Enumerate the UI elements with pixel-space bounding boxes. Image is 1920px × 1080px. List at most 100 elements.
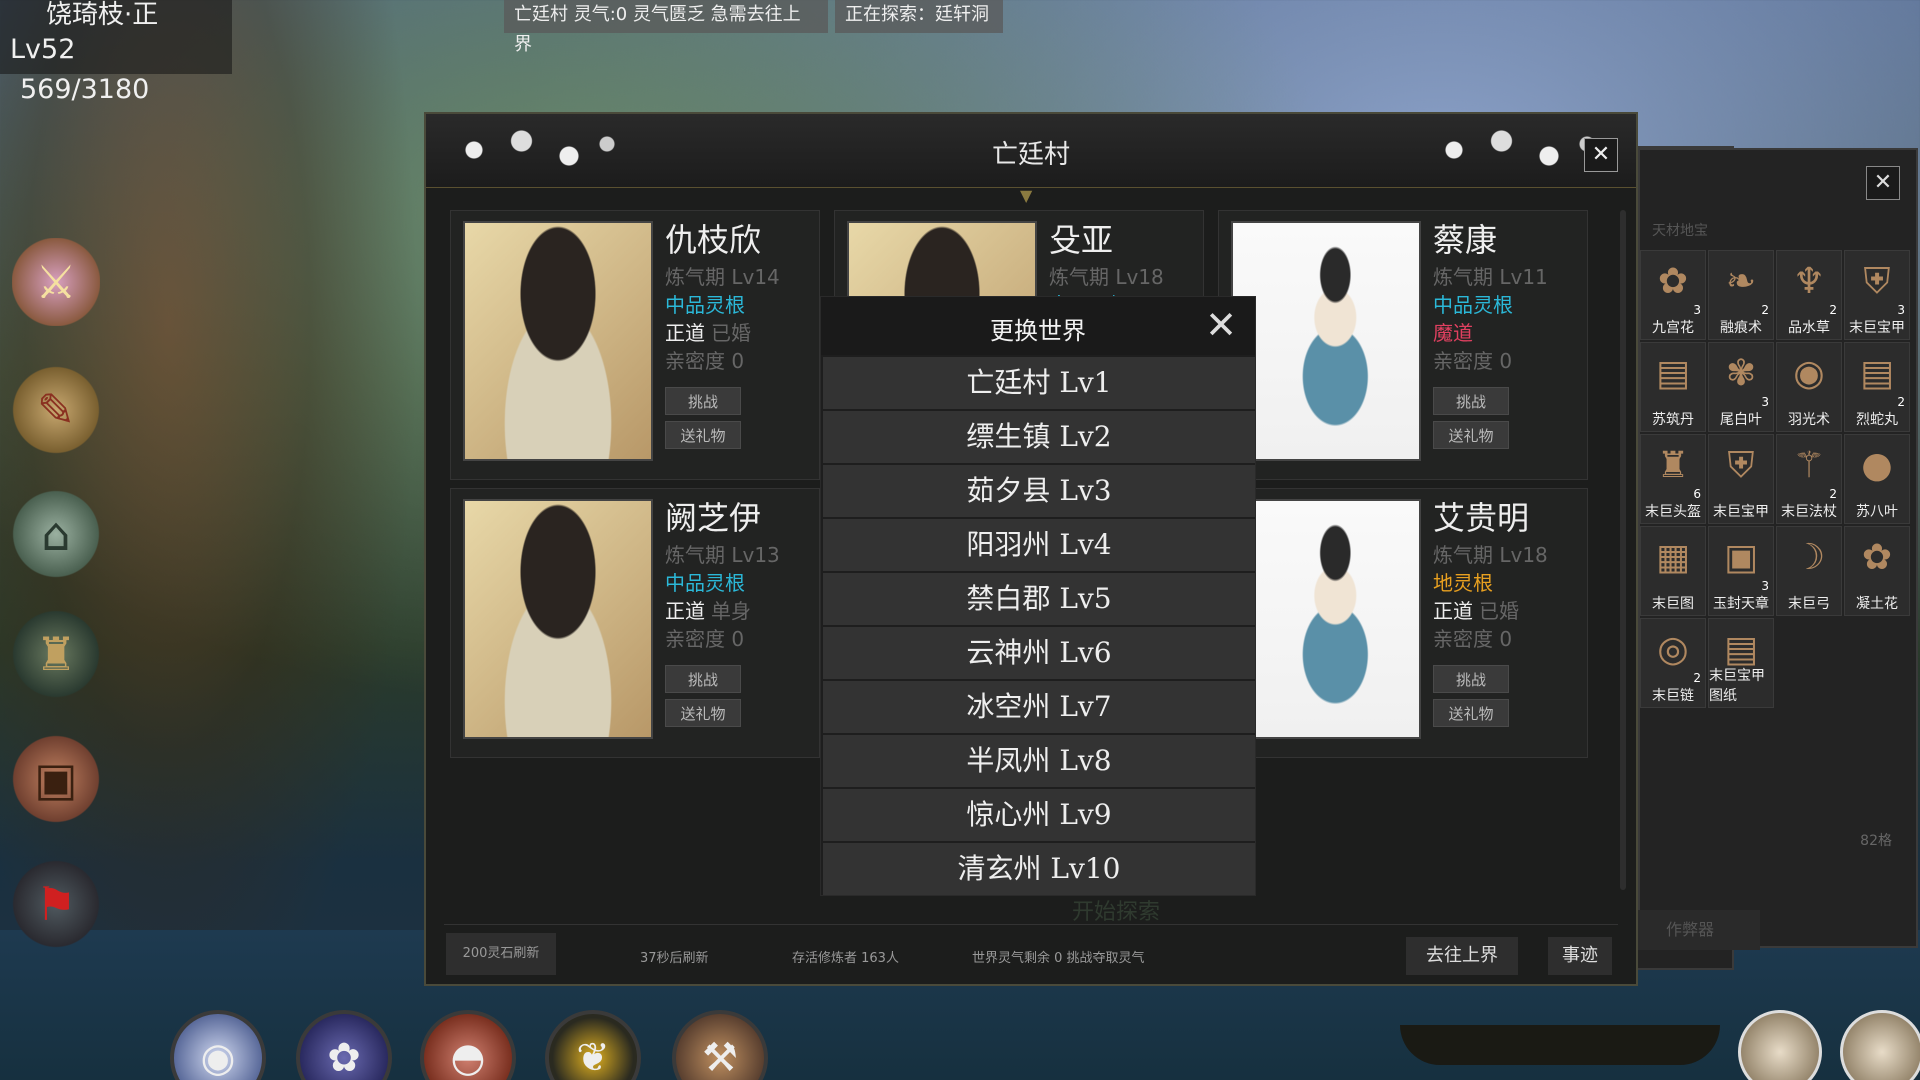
item-label: 羽光术 <box>1788 412 1830 428</box>
refresh-timer: 37秒后刷新 <box>640 951 709 966</box>
gift-button[interactable]: 送礼物 <box>665 421 741 449</box>
inventory-slot[interactable]: ▦ 末巨图 <box>1640 526 1706 616</box>
inventory-slot[interactable]: ▤ 苏筑丹 <box>1640 342 1706 432</box>
inventory-slot[interactable]: ▤ 2 烈蛇丸 <box>1844 342 1910 432</box>
bow-icon: ☽ <box>1792 537 1826 578</box>
inventory-slot[interactable]: ● 苏八叶 <box>1844 434 1910 524</box>
inventory-tab[interactable]: 天材地宝 <box>1652 220 1708 240</box>
challenge-button[interactable]: 挑战 <box>665 387 741 415</box>
inventory-slot[interactable]: ✿ 凝土花 <box>1844 526 1910 616</box>
npc-card: 仇枝欣 炼气期 Lv14 中品灵根 正道 已婚 亲密度 0 挑战 送礼物 <box>450 210 820 480</box>
background-boat <box>1400 1025 1720 1065</box>
scroll-icon: ▤ <box>1723 629 1758 670</box>
inventory-slot[interactable]: ▣ 3 玉封天章 <box>1708 526 1774 616</box>
inventory-slot[interactable]: ◎ 2 末巨链 <box>1640 618 1706 708</box>
item-label: 玉封天章 <box>1713 596 1769 612</box>
npc-name: 殳亚 <box>1049 221 1114 259</box>
world-option[interactable]: 亡廷村 Lv1 <box>823 357 1255 409</box>
modal-header: 更换世界 ✕ <box>821 297 1255 355</box>
item-label: 末巨头盔 <box>1645 504 1701 520</box>
map-icon[interactable]: ✎ <box>12 366 100 454</box>
world-option[interactable]: 清玄州 Lv10 <box>823 843 1255 895</box>
change-world-modal: 更换世界 ✕ 亡廷村 Lv1 缥生镇 Lv2 茹夕县 Lv3 阳羽州 Lv4 禁… <box>820 296 1256 896</box>
world-list: 亡廷村 Lv1 缥生镇 Lv2 茹夕县 Lv3 阳羽州 Lv4 禁白郡 Lv5 … <box>823 357 1255 897</box>
world-option[interactable]: 茹夕县 Lv3 <box>823 465 1255 517</box>
inventory-grid: ✿ 3 九宫花 ❧ 2 融痕术 ♆ 2 品水草 ⛨ 3 末巨宝甲 ▤ 苏筑丹 ✾ 3 尾白叶 ◉ 羽光术 ▤ 2 烈蛇丸 ♜… <box>1640 250 1910 708</box>
helmet-icon: ♜ <box>1656 445 1690 486</box>
item-label: 末巨法杖 <box>1781 504 1837 520</box>
inventory-slot[interactable]: ♜ 6 末巨头盔 <box>1640 434 1706 524</box>
gift-button[interactable]: 送礼物 <box>665 699 741 727</box>
npc-spirit-root: 中品灵根 <box>665 571 745 595</box>
npc-portrait <box>1231 499 1421 739</box>
book-icon: ▣ <box>1723 537 1758 578</box>
helmet-icon[interactable]: ♜ <box>12 610 100 698</box>
item-count: 2 <box>1829 487 1837 501</box>
item-label: 末巨链 <box>1652 688 1694 704</box>
close-icon[interactable]: ✕ <box>1866 166 1900 200</box>
inventory-slot[interactable]: ✿ 3 九宫花 <box>1640 250 1706 340</box>
item-count: 3 <box>1761 579 1769 593</box>
panel-footer: 200灵石刷新 37秒后刷新 存活修炼者 163人 世界灵气剩余 0 挑战夺取灵… <box>444 924 1618 975</box>
gift-button[interactable]: 送礼物 <box>1433 699 1509 727</box>
inventory-slot[interactable]: ⚚ 2 末巨法杖 <box>1776 434 1842 524</box>
item-count: 2 <box>1829 303 1837 317</box>
inventory-slot[interactable]: ☽ 末巨弓 <box>1776 526 1842 616</box>
challenge-button[interactable]: 挑战 <box>1433 387 1509 415</box>
inventory-slot[interactable]: ✾ 3 尾白叶 <box>1708 342 1774 432</box>
flag-icon[interactable]: ⚑ <box>12 860 100 948</box>
gift-button[interactable]: 送礼物 <box>1433 421 1509 449</box>
goto-upper-world-button[interactable]: 去往上界 <box>1406 937 1518 975</box>
challenge-button[interactable]: 挑战 <box>665 665 741 693</box>
panel-title: 亡廷村 <box>991 140 1070 170</box>
chevron-down-icon: ▼ <box>1020 186 1033 205</box>
npc-marital: 已婚 <box>1479 599 1519 623</box>
item-label: 末巨图 <box>1652 596 1694 612</box>
events-button[interactable]: 事迹 <box>1548 937 1612 975</box>
crossed-swords-icon[interactable]: ⚔ <box>12 238 100 326</box>
grass-icon: ♆ <box>1792 261 1826 302</box>
flower-icon: ✿ <box>1657 261 1689 302</box>
npc-name: 蔡康 <box>1433 221 1498 259</box>
item-count: 3 <box>1897 303 1905 317</box>
close-icon[interactable]: ✕ <box>1205 305 1237 345</box>
inventory-slot[interactable]: ⛨ 末巨宝甲 <box>1708 434 1774 524</box>
player-name: 饶琦枝·正 <box>46 0 159 30</box>
world-option[interactable]: 禁白郡 Lv5 <box>823 573 1255 625</box>
survivor-count: 存活修炼者 163人 <box>792 951 899 966</box>
item-label: 苏八叶 <box>1856 504 1898 520</box>
npc-level: 炼气期 Lv11 <box>1433 265 1548 289</box>
npc-name: 仇枝欣 <box>665 221 762 259</box>
item-label: 烈蛇丸 <box>1856 412 1898 428</box>
bag-icon[interactable]: ▣ <box>12 735 100 823</box>
cheat-button[interactable]: 作弊器 <box>1620 910 1760 950</box>
player-info: 饶琦枝·正 Lv52 569/3180 <box>0 0 232 105</box>
inventory-capacity: 82格 <box>1860 833 1892 849</box>
inventory-slot[interactable]: ◉ 羽光术 <box>1776 342 1842 432</box>
challenge-button[interactable]: 挑战 <box>1433 665 1509 693</box>
world-option[interactable]: 缥生镇 Lv2 <box>823 411 1255 463</box>
close-icon[interactable]: ✕ <box>1584 138 1618 172</box>
scroll-icon: ▤ <box>1655 353 1690 394</box>
world-option[interactable]: 云神州 Lv6 <box>823 627 1255 679</box>
player-exp: 569/3180 <box>20 74 150 105</box>
panel-header: 亡廷村 ✕ <box>426 114 1636 188</box>
scrollbar[interactable] <box>1620 210 1626 890</box>
inventory-slot[interactable]: ❧ 2 融痕术 <box>1708 250 1774 340</box>
npc-name: 艾贵明 <box>1433 499 1530 537</box>
npc-marital: 单身 <box>711 599 751 623</box>
world-option[interactable]: 惊心州 Lv9 <box>823 789 1255 841</box>
npc-alignment-text: 正道 <box>1433 599 1473 623</box>
orb-icon: ◉ <box>1793 353 1825 394</box>
inventory-slot[interactable]: ♆ 2 品水草 <box>1776 250 1842 340</box>
explore-button[interactable]: 开始探索 <box>1072 894 1160 926</box>
refresh-button[interactable]: 200灵石刷新 <box>446 933 556 975</box>
inventory-slot[interactable]: ⛨ 3 末巨宝甲 <box>1844 250 1910 340</box>
map-icon: ▦ <box>1655 537 1690 578</box>
pavilion-icon[interactable]: ⌂ <box>12 490 100 578</box>
world-option[interactable]: 阳羽州 Lv4 <box>823 519 1255 571</box>
inventory-slot[interactable]: ▤ 末巨宝甲图纸 <box>1708 618 1774 708</box>
flower-icon: ✿ <box>1861 537 1893 578</box>
world-option[interactable]: 冰空州 Lv7 <box>823 681 1255 733</box>
world-option[interactable]: 半凤州 Lv8 <box>823 735 1255 787</box>
